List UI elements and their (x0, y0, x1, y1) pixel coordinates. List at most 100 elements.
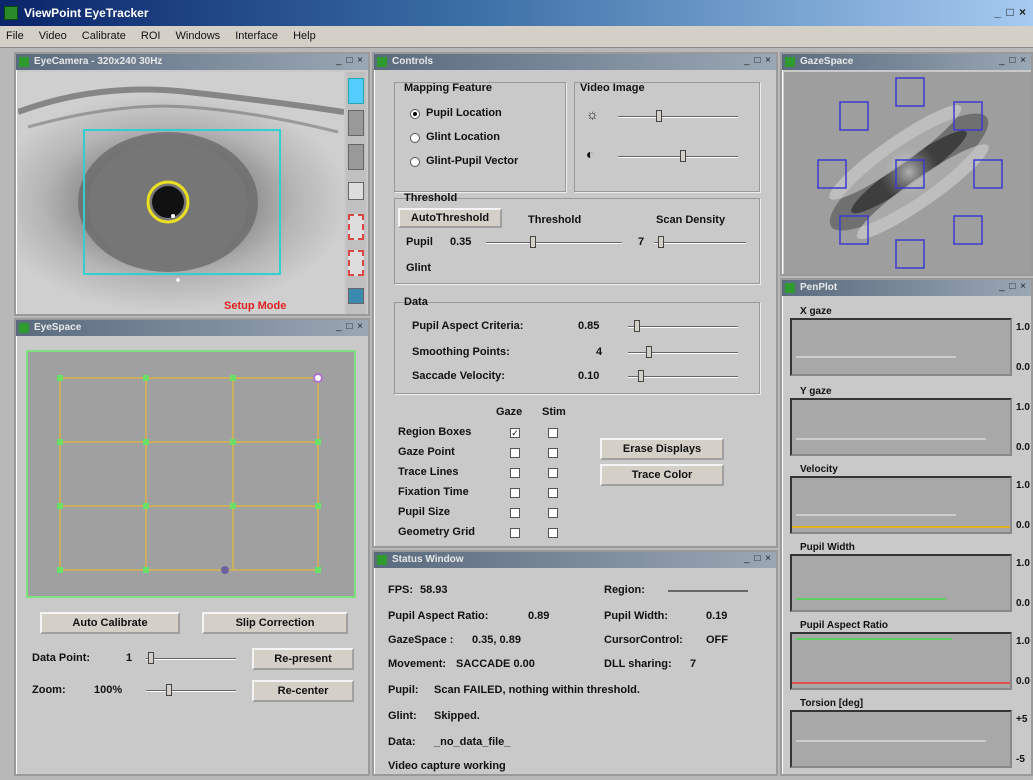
geometry-grid-label: Geometry Grid (398, 526, 476, 538)
window-controls[interactable]: _ □ × (994, 5, 1027, 19)
torsion-max: +5 (1016, 714, 1028, 725)
pupil-aspect-ratio-plot-label: Pupil Aspect Ratio (800, 620, 888, 631)
scan-density-slider-thumb[interactable] (658, 236, 664, 248)
zoom-label: Zoom: (32, 684, 66, 696)
trace-color-button[interactable]: Trace Color (600, 464, 724, 486)
saccade-velocity-slider[interactable] (628, 376, 738, 378)
eye-video-view[interactable]: Setup Mode (16, 72, 345, 314)
pupil-threshold-slider[interactable] (486, 242, 622, 244)
gaze-point-gaze-checkbox[interactable] (510, 448, 520, 458)
zoom-slider[interactable] (146, 690, 236, 692)
radio-pupil-location[interactable] (410, 109, 420, 119)
controls-window-controls[interactable]: _ □ × (744, 55, 772, 66)
glint-marker (171, 214, 175, 218)
saccade-velocity-value: 0.10 (578, 370, 600, 382)
pupil-threshold-slider-thumb[interactable] (530, 236, 536, 248)
pupil-aspect-criteria-line (792, 682, 1010, 684)
data-point-slider[interactable] (146, 658, 236, 660)
mode-button-2[interactable] (348, 110, 364, 136)
pupil-location-label[interactable]: Pupil Location (426, 107, 502, 119)
glint-box-tool-icon[interactable] (348, 250, 364, 276)
pen-plot-window-controls[interactable]: _ □ × (999, 281, 1027, 292)
autothreshold-button[interactable]: AutoThreshold (398, 208, 502, 228)
geometry-grid-stim-checkbox[interactable] (548, 528, 558, 538)
auto-calibrate-button[interactable]: Auto Calibrate (40, 612, 180, 634)
status-titlebar[interactable]: Status Window _ □ × (374, 552, 776, 568)
app-title-bar[interactable]: ViewPoint EyeTracker _ □ × (0, 0, 1033, 26)
pupil-aspect-criteria-slider[interactable] (628, 326, 738, 328)
glint-pupil-vector-label[interactable]: Glint-Pupil Vector (426, 155, 518, 167)
pupil-aspect-criteria-value: 0.85 (578, 320, 600, 332)
pen-plot-titlebar[interactable]: PenPlot _ □ × (782, 280, 1031, 296)
image-tool-icon[interactable] (348, 288, 364, 304)
pupil-aspect-ratio-label: Pupil Aspect Ratio: (388, 610, 489, 622)
pupil-threshold-value: 0.35 (450, 236, 472, 248)
calibration-grid-view[interactable] (26, 350, 356, 598)
gaze-column-header: Gaze (496, 406, 523, 418)
status-window: Status Window _ □ × FPS: 58.93 Region: P… (372, 550, 778, 776)
menu-windows[interactable]: Windows (170, 26, 227, 46)
window-icon (19, 323, 29, 333)
fixation-time-gaze-checkbox[interactable] (510, 488, 520, 498)
mode-button-3[interactable] (348, 144, 364, 170)
status-window-controls[interactable]: _ □ × (744, 553, 772, 564)
glint-location-label[interactable]: Glint Location (426, 131, 500, 143)
menu-video[interactable]: Video (33, 26, 73, 46)
pupil-aspect-criteria-thumb[interactable] (634, 320, 640, 332)
velocity-threshold-line (792, 526, 1010, 528)
menu-file[interactable]: File (0, 26, 30, 46)
brightness-slider-thumb[interactable] (656, 110, 662, 122)
region-value-field (668, 590, 748, 592)
hand-tool-icon[interactable] (348, 182, 364, 200)
saccade-velocity-thumb[interactable] (638, 370, 644, 382)
controls-title: Controls (392, 56, 434, 67)
region-boxes-gaze-checkbox[interactable]: ✓ (510, 428, 520, 438)
gaze-stimulus-view[interactable] (784, 72, 1031, 274)
data-title: Data (404, 296, 428, 308)
re-present-button[interactable]: Re-present (252, 648, 354, 670)
data-point-label: Data Point: (32, 652, 91, 664)
menu-bar: File Video Calibrate ROI Windows Interfa… (0, 26, 1033, 48)
slip-correction-button[interactable]: Slip Correction (202, 612, 348, 634)
pupil-box-tool-icon[interactable] (348, 214, 364, 240)
gaze-point-stim-checkbox[interactable] (548, 448, 558, 458)
scan-density-slider[interactable] (654, 242, 746, 244)
erase-displays-button[interactable]: Erase Displays (600, 438, 724, 460)
movement-label: Movement: (388, 658, 447, 670)
brightness-slider[interactable] (618, 116, 738, 118)
pupil-size-stim-checkbox[interactable] (548, 508, 558, 518)
data-point-slider-thumb[interactable] (148, 652, 154, 664)
calibration-grid (57, 373, 323, 574)
smoothing-points-slider[interactable] (628, 352, 738, 354)
eye-camera-window-controls[interactable]: _ □ × (336, 55, 364, 66)
mode-button-1[interactable] (348, 78, 364, 104)
eye-space-titlebar[interactable]: EyeSpace _ □ × (16, 320, 368, 336)
gaze-space-titlebar[interactable]: GazeSpace _ □ × (782, 54, 1031, 70)
geometry-grid-gaze-checkbox[interactable] (510, 528, 520, 538)
trace-lines-stim-checkbox[interactable] (548, 468, 558, 478)
smoothing-points-thumb[interactable] (646, 346, 652, 358)
region-boxes-stim-checkbox[interactable] (548, 428, 558, 438)
menu-roi[interactable]: ROI (135, 26, 167, 46)
trace-lines-gaze-checkbox[interactable] (510, 468, 520, 478)
gaze-space-window-controls[interactable]: _ □ × (999, 55, 1027, 66)
contrast-slider-thumb[interactable] (680, 150, 686, 162)
x-gaze-label: X gaze (800, 306, 832, 317)
radio-glint-pupil-vector[interactable] (410, 157, 420, 167)
re-center-button[interactable]: Re-center (252, 680, 354, 702)
controls-titlebar[interactable]: Controls _ □ × (374, 54, 776, 70)
menu-interface[interactable]: Interface (229, 26, 284, 46)
menu-help[interactable]: Help (287, 26, 322, 46)
contrast-slider[interactable] (618, 156, 738, 158)
zoom-slider-thumb[interactable] (166, 684, 172, 696)
fixation-time-stim-checkbox[interactable] (548, 488, 558, 498)
eye-space-window-controls[interactable]: _ □ × (336, 321, 364, 332)
eye-camera-titlebar[interactable]: EyeCamera - 320x240 30Hz _ □ × (16, 54, 368, 70)
gazespace-value: 0.35, 0.89 (472, 634, 521, 646)
menu-calibrate[interactable]: Calibrate (76, 26, 132, 46)
pupil-width-plot (790, 554, 1012, 612)
x-gaze-trace (796, 356, 956, 358)
pupil-size-gaze-checkbox[interactable] (510, 508, 520, 518)
radio-glint-location[interactable] (410, 133, 420, 143)
data-file-label: Data: (388, 736, 416, 748)
